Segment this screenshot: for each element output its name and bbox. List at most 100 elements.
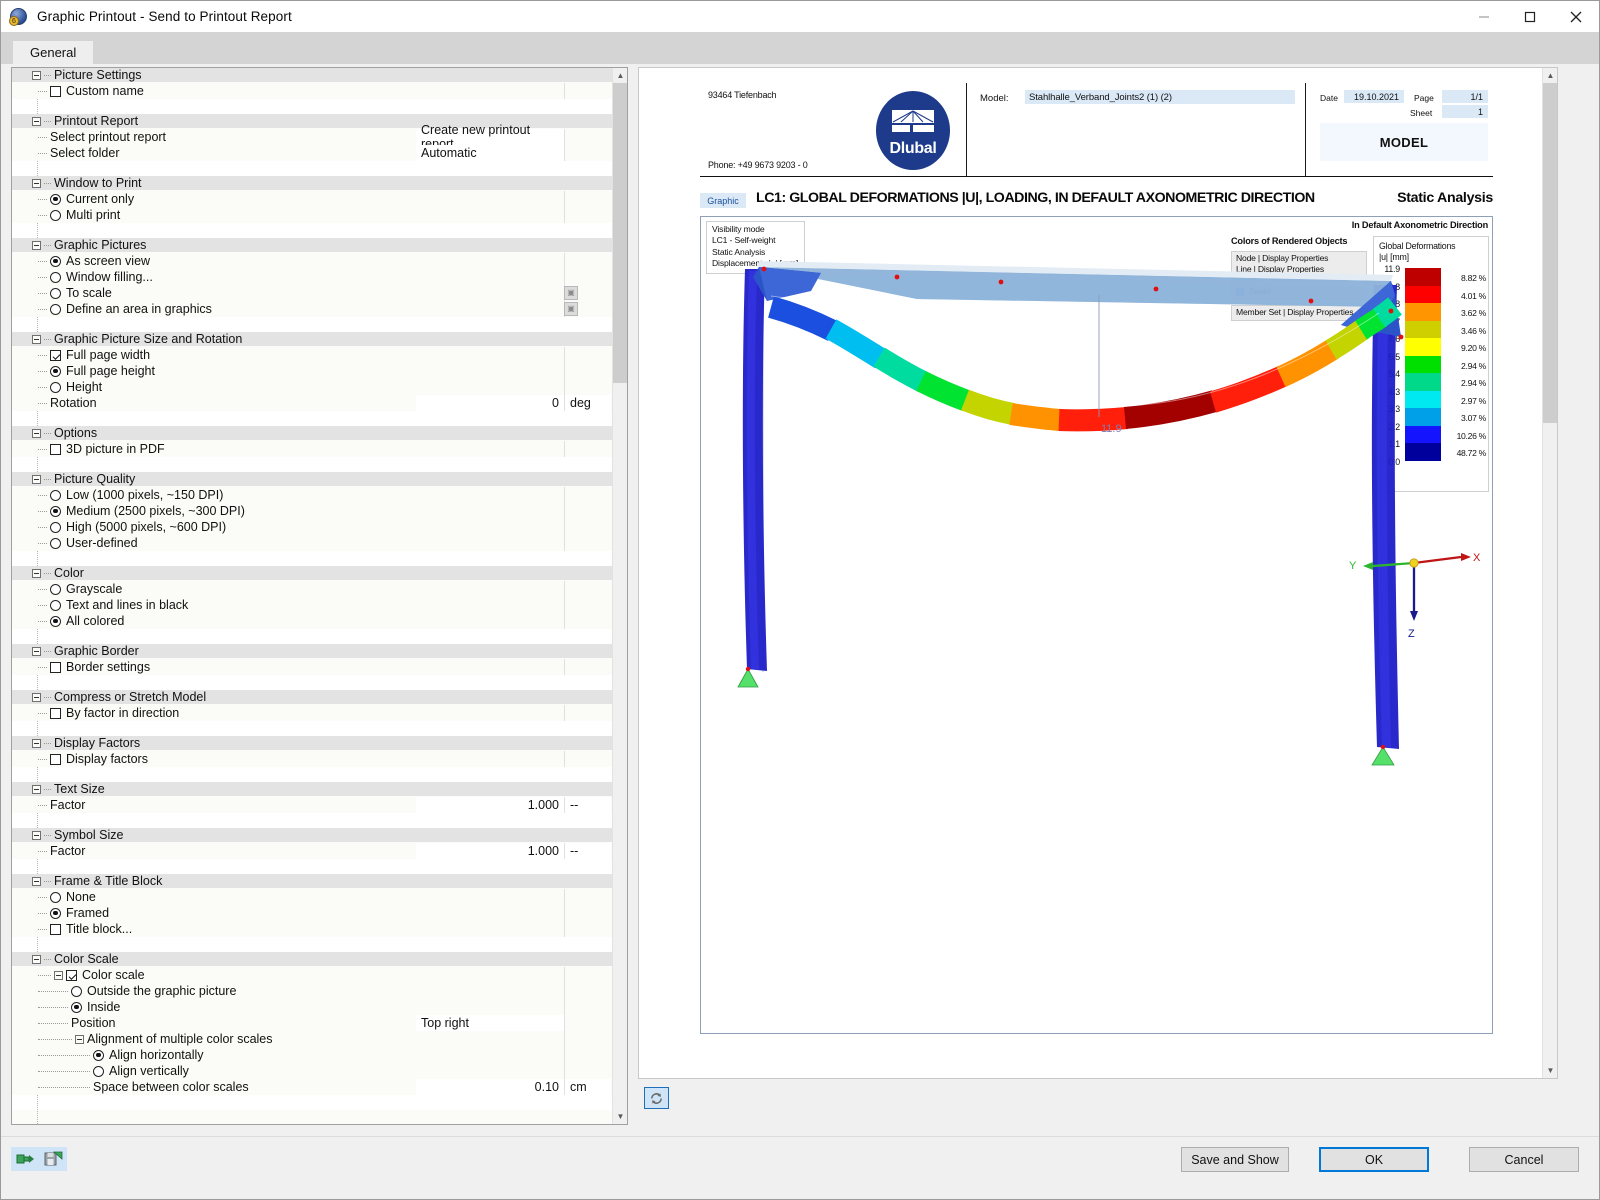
settings-group-header[interactable]: Options (12, 426, 613, 441)
settings-row-value[interactable] (416, 889, 564, 905)
radio-as-screen-view[interactable] (50, 255, 61, 267)
preview-scroll-down-icon[interactable]: ▼ (1543, 1063, 1557, 1078)
settings-row-value[interactable]: Automatic (416, 145, 564, 161)
settings-row-value[interactable] (416, 967, 564, 983)
settings-row-value[interactable]: 0 (416, 395, 564, 411)
collapse-icon[interactable] (54, 970, 63, 980)
radio-window-filling[interactable] (50, 271, 61, 283)
settings-row[interactable]: Framed (12, 905, 613, 921)
settings-row[interactable]: Window filling... (12, 269, 613, 285)
settings-row-value[interactable] (416, 659, 564, 675)
settings-row-value[interactable] (416, 581, 564, 597)
collapse-icon[interactable] (32, 474, 41, 484)
radio-to-scale[interactable] (50, 287, 61, 299)
cancel-button[interactable]: Cancel (1469, 1147, 1579, 1172)
radio-align-vertically[interactable] (93, 1065, 104, 1077)
collapse-icon[interactable] (32, 428, 41, 438)
settings-row-value[interactable] (416, 83, 564, 99)
collapse-icon[interactable] (32, 116, 41, 126)
settings-row-value[interactable] (416, 441, 564, 457)
collapse-icon[interactable] (32, 784, 41, 794)
radio-define-an-area-in-graphics[interactable] (50, 303, 61, 315)
settings-row[interactable]: All colored (12, 613, 613, 629)
radio-inside[interactable] (71, 1001, 82, 1013)
radio-medium-2500-pixels-300-dpi[interactable] (50, 505, 61, 517)
checkbox-color-scale[interactable] (66, 969, 77, 981)
radio-current-only[interactable] (50, 193, 61, 205)
scroll-down-icon[interactable]: ▼ (613, 1109, 627, 1124)
radio-none[interactable] (50, 891, 61, 903)
settings-group-header[interactable]: Text Size (12, 782, 613, 797)
settings-row-value[interactable] (416, 751, 564, 767)
radio-framed[interactable] (50, 907, 61, 919)
collapse-icon[interactable] (32, 334, 41, 344)
ok-button[interactable]: OK (1319, 1147, 1429, 1172)
collapse-icon[interactable] (32, 830, 41, 840)
settings-row-value[interactable] (416, 705, 564, 721)
settings-row[interactable]: None (12, 889, 613, 905)
radio-low-1000-pixels-150-dpi[interactable] (50, 489, 61, 501)
settings-row[interactable]: Alignment of multiple color scales (12, 1031, 613, 1047)
settings-row-value[interactable] (416, 487, 564, 503)
settings-row[interactable]: Rotation 0 deg (12, 395, 613, 411)
settings-row-value[interactable] (416, 999, 564, 1015)
settings-row[interactable]: Align vertically (12, 1063, 613, 1079)
settings-row[interactable]: Select printout report Create new printou… (12, 123, 613, 151)
settings-group-header[interactable]: Color Scale (12, 952, 613, 967)
checkbox-custom-name[interactable] (50, 85, 61, 97)
settings-row[interactable]: Color scale (12, 967, 613, 983)
settings-row-value[interactable]: 1.000 (416, 797, 564, 813)
settings-row[interactable]: Full page width (12, 347, 613, 363)
settings-row-value[interactable] (416, 597, 564, 613)
collapse-icon[interactable] (32, 738, 41, 748)
settings-group-header[interactable]: Picture Quality (12, 472, 613, 487)
settings-row-value[interactable] (416, 1063, 564, 1079)
checkbox-title-block[interactable] (50, 923, 61, 935)
settings-group-header[interactable]: Frame & Title Block (12, 874, 613, 889)
settings-group-header[interactable]: Graphic Border (12, 644, 613, 659)
settings-row[interactable]: Custom name (12, 83, 613, 99)
radio-align-horizontally[interactable] (93, 1049, 104, 1061)
export-settings-icon[interactable] (39, 1147, 67, 1171)
settings-row-value[interactable] (416, 191, 564, 207)
settings-row-value[interactable] (416, 269, 564, 285)
radio-all-colored[interactable] (50, 615, 61, 627)
settings-row-value[interactable] (416, 535, 564, 551)
settings-row[interactable]: Outside the graphic picture (12, 983, 613, 999)
collapse-icon[interactable] (32, 70, 41, 80)
tab-general[interactable]: General (13, 40, 94, 64)
checkbox-full-page-width[interactable] (50, 349, 61, 361)
preview-scrollbar-thumb[interactable] (1543, 83, 1557, 423)
settings-row[interactable]: To scale ▣ (12, 285, 613, 301)
close-icon[interactable] (1553, 1, 1599, 32)
settings-row[interactable]: 3D picture in PDF (12, 441, 613, 457)
settings-group-header[interactable]: Color (12, 566, 613, 581)
settings-row[interactable]: Select folder Automatic (12, 145, 613, 161)
collapse-icon[interactable] (75, 1034, 84, 1044)
settings-row[interactable]: Multi print (12, 207, 613, 223)
radio-high-5000-pixels-600-dpi[interactable] (50, 521, 61, 533)
radio-multi-print[interactable] (50, 209, 61, 221)
settings-row-value[interactable] (416, 347, 564, 363)
settings-row-value[interactable] (416, 519, 564, 535)
refresh-button[interactable] (644, 1087, 669, 1109)
maximize-icon[interactable] (1507, 1, 1553, 32)
radio-height[interactable] (50, 381, 61, 393)
settings-row-value[interactable] (416, 1031, 564, 1047)
settings-row-value[interactable] (416, 983, 564, 999)
settings-group-header[interactable]: Graphic Picture Size and Rotation (12, 332, 613, 347)
settings-row[interactable]: High (5000 pixels, ~600 DPI) (12, 519, 613, 535)
settings-row-value[interactable] (416, 253, 564, 269)
collapse-icon[interactable] (32, 646, 41, 656)
settings-group-header[interactable]: Display Factors (12, 736, 613, 751)
settings-row[interactable]: Height (12, 379, 613, 395)
settings-row-value[interactable] (416, 207, 564, 223)
radio-text-and-lines-in-black[interactable] (50, 599, 61, 611)
settings-row[interactable]: Grayscale (12, 581, 613, 597)
settings-row-value[interactable] (416, 905, 564, 921)
preview-scroll-up-icon[interactable]: ▲ (1543, 68, 1557, 83)
settings-scrollbar[interactable]: ▲ ▼ (612, 68, 627, 1124)
settings-row[interactable]: By factor in direction (12, 705, 613, 721)
settings-row[interactable]: Position Top right (12, 1015, 613, 1031)
collapse-icon[interactable] (32, 568, 41, 578)
